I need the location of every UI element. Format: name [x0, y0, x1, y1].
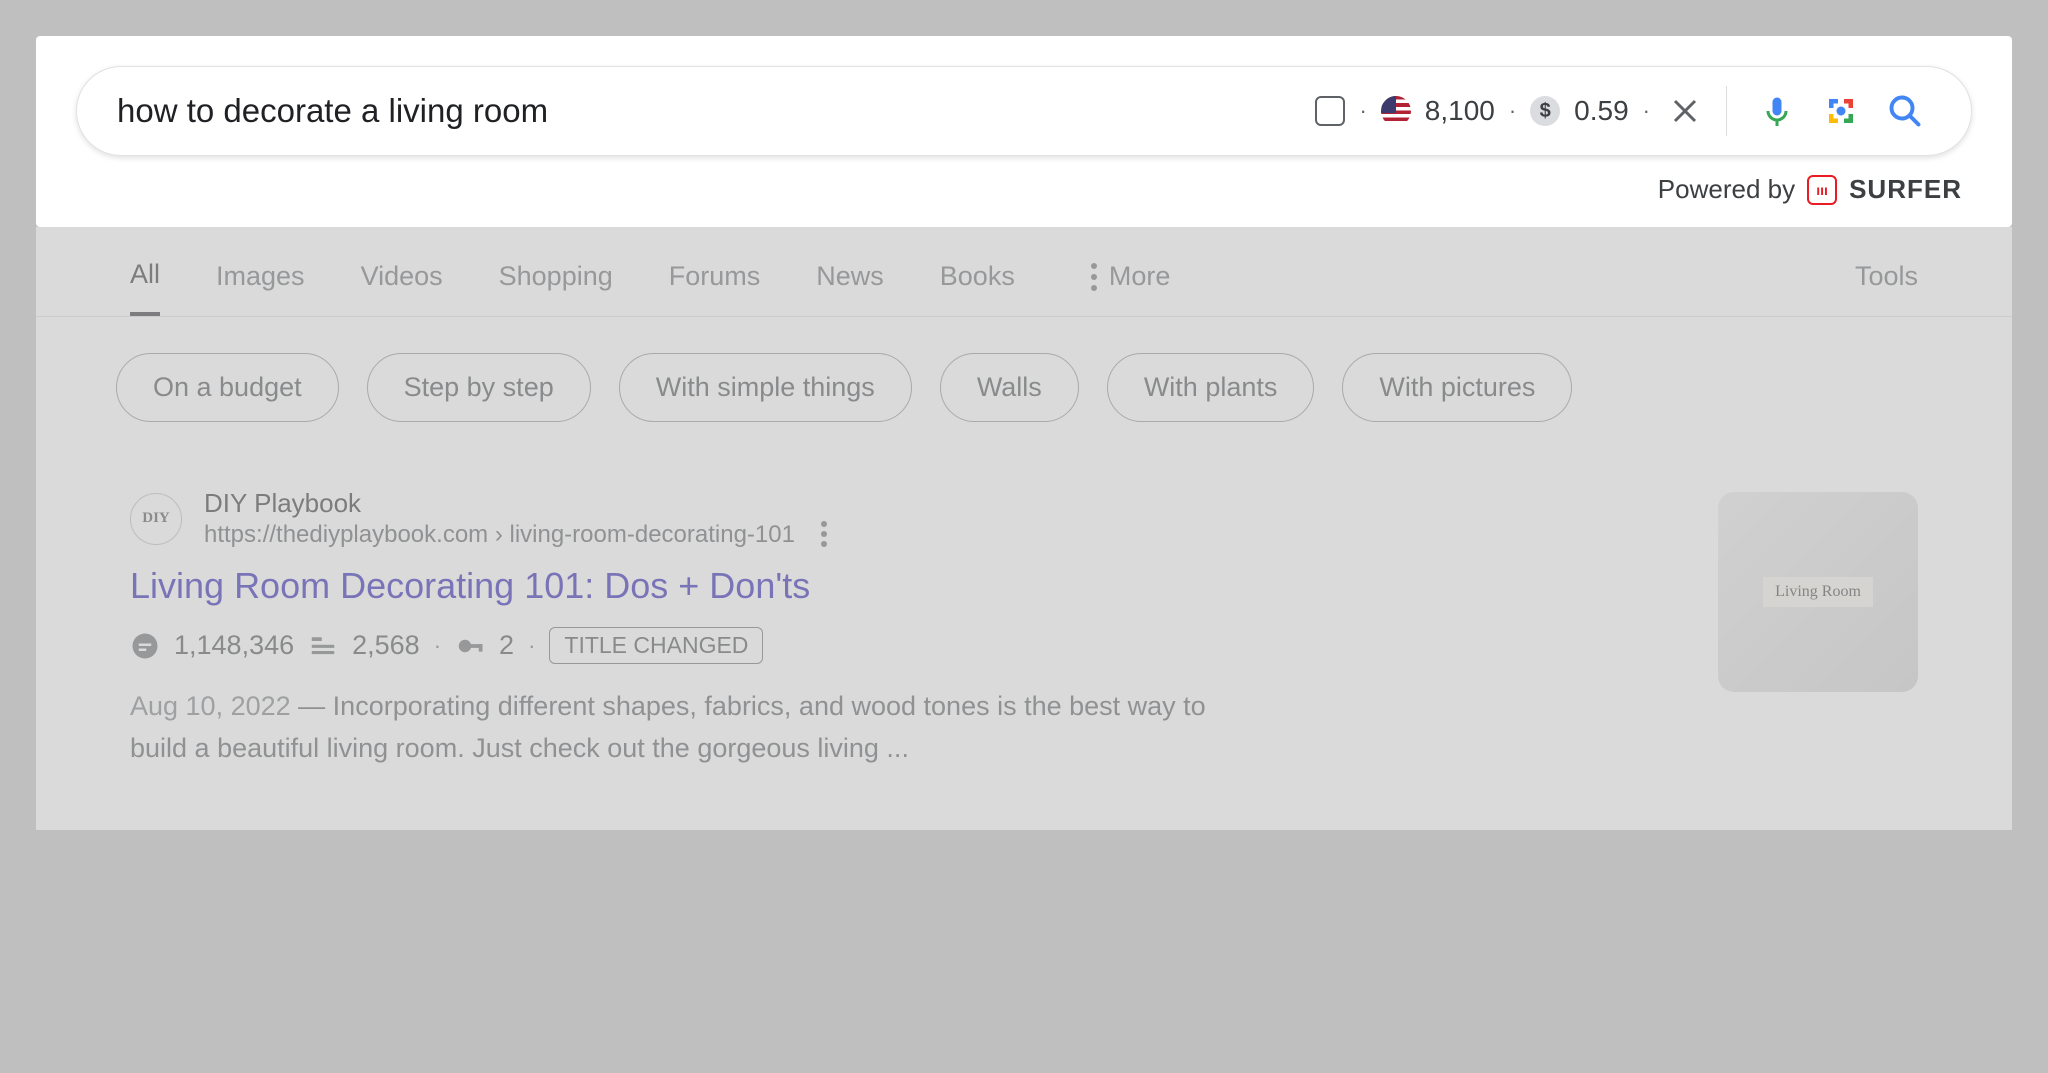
surfer-brand: SURFER — [1849, 174, 1962, 205]
search-volume: 8,100 — [1425, 95, 1495, 127]
snippet-sep: — — [291, 691, 333, 721]
thumbnail-label: Living Room — [1763, 577, 1873, 607]
tab-more[interactable]: More — [1091, 261, 1171, 314]
search-bar: · 8,100 · $ 0.59 · — [76, 66, 1972, 156]
chip-walls[interactable]: Walls — [940, 353, 1079, 422]
words-icon — [308, 631, 338, 661]
tab-news[interactable]: News — [816, 261, 884, 314]
result-main: DIY DIY Playbook https://thediyplaybook.… — [130, 488, 1678, 770]
search-metrics: · 8,100 · $ 0.59 · — [1315, 95, 1708, 127]
tab-images[interactable]: Images — [216, 261, 305, 314]
separator-dot: · — [1509, 98, 1516, 124]
dollar-icon: $ — [1530, 96, 1560, 126]
lens-icon[interactable] — [1823, 93, 1859, 129]
separator-dot: · — [434, 633, 441, 659]
result-thumbnail[interactable]: Living Room — [1718, 492, 1918, 692]
search-cpc: 0.59 — [1574, 95, 1629, 127]
chip-plants[interactable]: With plants — [1107, 353, 1315, 422]
tab-books[interactable]: Books — [940, 261, 1015, 314]
powered-by-label: Powered by — [1658, 174, 1795, 205]
surfer-logo-icon: ııı — [1807, 175, 1837, 205]
clear-icon[interactable] — [1670, 96, 1700, 126]
title-changed-badge: TITLE CHANGED — [549, 627, 763, 664]
us-flag-icon — [1381, 96, 1411, 126]
stat-keywords: 2 — [499, 630, 514, 661]
result-site-name: DIY Playbook — [204, 488, 827, 519]
results-area: All Images Videos Shopping Forums News B… — [36, 227, 2012, 830]
separator-dot: · — [1643, 98, 1650, 124]
result-favicon: DIY — [130, 493, 182, 545]
more-dots-icon — [1091, 274, 1097, 280]
key-icon — [455, 631, 485, 661]
chip-simple[interactable]: With simple things — [619, 353, 912, 422]
search-result: DIY DIY Playbook https://thediyplaybook.… — [36, 458, 2012, 830]
chip-budget[interactable]: On a budget — [116, 353, 339, 422]
stat-words: 2,568 — [352, 630, 420, 661]
stat-traffic: 1,148,346 — [174, 630, 294, 661]
tab-forums[interactable]: Forums — [669, 261, 761, 314]
search-icon[interactable] — [1887, 93, 1923, 129]
tab-tools[interactable]: Tools — [1855, 261, 1918, 314]
result-url[interactable]: https://thediyplaybook.com › living-room… — [204, 521, 795, 549]
powered-by: Powered by ııı SURFER — [76, 174, 1972, 205]
suggestion-chips: On a budget Step by step With simple thi… — [36, 317, 2012, 458]
result-title-link[interactable]: Living Room Decorating 101: Dos + Don'ts — [130, 565, 1678, 607]
chip-step[interactable]: Step by step — [367, 353, 591, 422]
result-stats: 1,148,346 2,568 · 2 · TITLE CHANGED — [130, 627, 1678, 664]
mic-icon[interactable] — [1759, 93, 1795, 129]
separator-dot: · — [1359, 98, 1366, 124]
result-date: Aug 10, 2022 — [130, 691, 291, 721]
divider — [1726, 86, 1727, 136]
metric-checkbox[interactable] — [1315, 96, 1345, 126]
separator-dot: · — [528, 633, 535, 659]
tab-more-label: More — [1109, 261, 1171, 292]
result-snippet: Aug 10, 2022 — Incorporating different s… — [130, 686, 1250, 770]
search-header: · 8,100 · $ 0.59 · Powered by ııı SURFER — [36, 36, 2012, 227]
tab-shopping[interactable]: Shopping — [499, 261, 613, 314]
tab-all[interactable]: All — [130, 259, 160, 316]
tab-videos[interactable]: Videos — [361, 261, 443, 314]
kebab-icon[interactable] — [821, 531, 827, 537]
search-tabs: All Images Videos Shopping Forums News B… — [36, 227, 2012, 317]
result-header: DIY DIY Playbook https://thediyplaybook.… — [130, 488, 1678, 549]
traffic-icon — [130, 631, 160, 661]
search-input[interactable] — [117, 92, 1315, 130]
chip-pictures[interactable]: With pictures — [1342, 353, 1572, 422]
